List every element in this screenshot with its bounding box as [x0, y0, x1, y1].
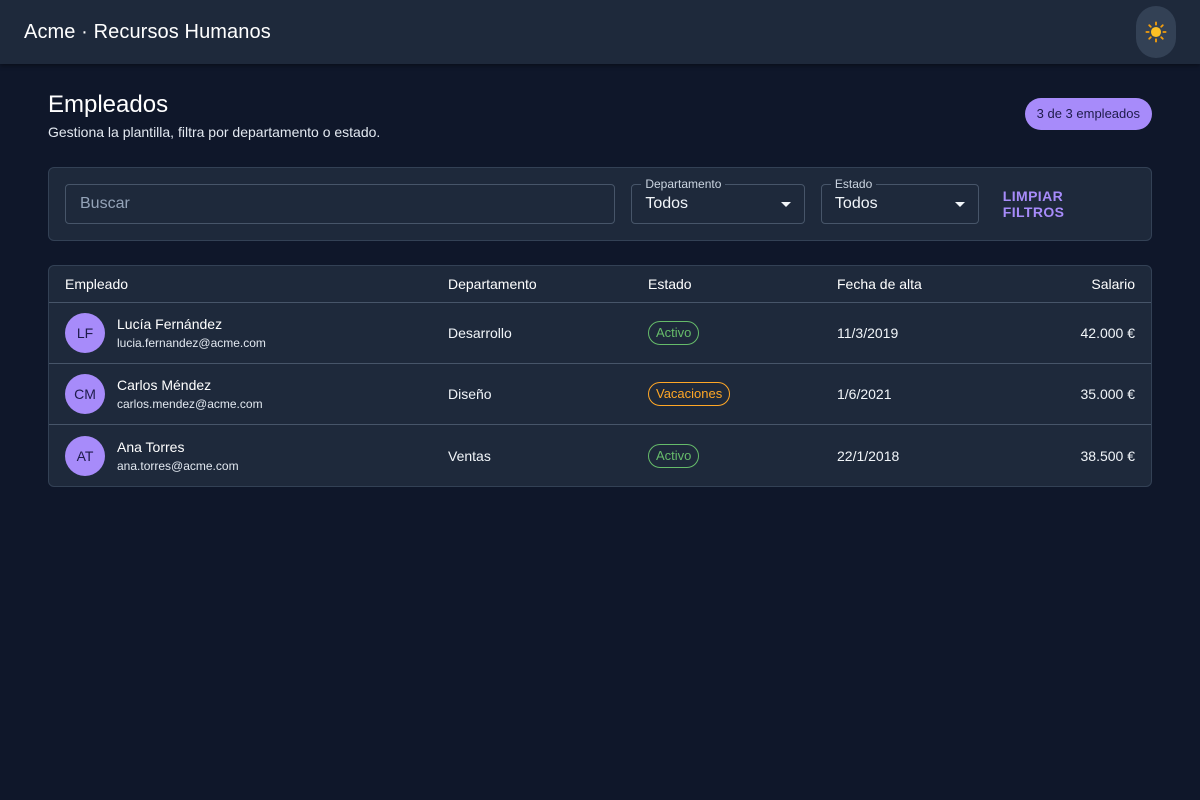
- hire-date-cell: 22/1/2018: [837, 447, 900, 464]
- employees-table: Empleado Departamento Estado Fecha de al…: [48, 265, 1152, 487]
- page-title: Empleados: [48, 91, 169, 118]
- table-row[interactable]: CM Carlos Méndez carlos.mendez@acme.com …: [49, 364, 1151, 425]
- employee-cell: AT Ana Torres ana.torres@acme.com: [65, 435, 448, 476]
- employee-cell: CM Carlos Méndez carlos.mendez@acme.com: [65, 374, 448, 414]
- chevron-down-icon: [780, 201, 791, 207]
- search-input[interactable]: [80, 195, 601, 213]
- department-select[interactable]: Departamento Todos: [631, 177, 805, 224]
- hire-date-cell: 1/6/2021: [837, 386, 892, 402]
- table-header: Empleado Departamento Estado Fecha de al…: [49, 266, 1151, 303]
- avatar: CM: [65, 374, 105, 414]
- employee-name: Lucía Fernández: [117, 316, 223, 332]
- status-cell: Activo: [648, 321, 837, 345]
- status-badge: Activo: [648, 443, 700, 468]
- department-cell: Desarrollo: [448, 325, 512, 341]
- employee-name: Carlos Méndez: [117, 377, 212, 393]
- employee-email: ana.torres@acme.com: [117, 458, 239, 473]
- avatar: AT: [65, 435, 105, 476]
- status-select[interactable]: Estado Todos: [820, 177, 979, 224]
- sun-icon: [1145, 21, 1167, 43]
- column-header-salary[interactable]: Salario: [987, 276, 1135, 292]
- salary-cell: 42.000 €: [1080, 325, 1136, 341]
- employee-cell: LF Lucía Fernández lucia.fernandez@acme.…: [65, 313, 448, 353]
- filter-bar: Departamento Todos Estado Todos LIMPIAR …: [48, 167, 1152, 241]
- theme-toggle-button[interactable]: [1136, 6, 1176, 58]
- salary-cell: 38.500 €: [1080, 447, 1136, 464]
- status-badge: Vacaciones: [648, 382, 731, 406]
- app-bar: Acme · Recursos Humanos: [0, 0, 1200, 64]
- employee-name: Ana Torres: [117, 438, 185, 455]
- department-select-label: Departamento: [641, 177, 726, 191]
- chevron-down-icon: [954, 201, 965, 207]
- employee-info: Lucía Fernández lucia.fernandez@acme.com: [117, 315, 266, 351]
- employee-info: Carlos Méndez carlos.mendez@acme.com: [117, 376, 263, 412]
- app-title: Acme · Recursos Humanos: [24, 20, 271, 43]
- department-select-value: Todos: [645, 195, 689, 212]
- department-cell: Ventas: [448, 447, 491, 464]
- page-header: Empleados Gestiona la plantilla, filtra …: [48, 91, 1152, 141]
- main-content: Empleados Gestiona la plantilla, filtra …: [48, 64, 1152, 487]
- status-select-label: Estado: [830, 177, 877, 191]
- status-select-value: Todos: [834, 195, 878, 212]
- status-badge: Activo: [648, 321, 700, 345]
- search-field[interactable]: [65, 184, 616, 224]
- column-header-department[interactable]: Departamento: [448, 276, 648, 292]
- column-header-status[interactable]: Estado: [648, 276, 837, 292]
- department-cell: Diseño: [448, 386, 492, 402]
- table-row[interactable]: LF Lucía Fernández lucia.fernandez@acme.…: [49, 303, 1151, 364]
- employee-count-badge: 3 de 3 empleados: [1024, 98, 1152, 130]
- column-header-employee[interactable]: Empleado: [65, 276, 448, 292]
- column-header-hire-date[interactable]: Fecha de alta: [837, 276, 987, 292]
- hire-date-cell: 11/3/2019: [837, 325, 899, 341]
- page-heading: Empleados Gestiona la plantilla, filtra …: [48, 91, 380, 141]
- table-row[interactable]: AT Ana Torres ana.torres@acme.com Ventas…: [49, 425, 1151, 486]
- status-cell: Activo: [648, 443, 837, 468]
- employee-email: carlos.mendez@acme.com: [117, 397, 263, 411]
- status-cell: Vacaciones: [648, 382, 837, 406]
- clear-filters-button[interactable]: LIMPIAR FILTROS: [995, 186, 1135, 222]
- employee-info: Ana Torres ana.torres@acme.com: [117, 438, 239, 474]
- page-subtitle: Gestiona la plantilla, filtra por depart…: [48, 124, 381, 140]
- salary-cell: 35.000 €: [1080, 386, 1136, 402]
- employee-email: lucia.fernandez@acme.com: [117, 336, 266, 350]
- avatar: LF: [65, 313, 105, 353]
